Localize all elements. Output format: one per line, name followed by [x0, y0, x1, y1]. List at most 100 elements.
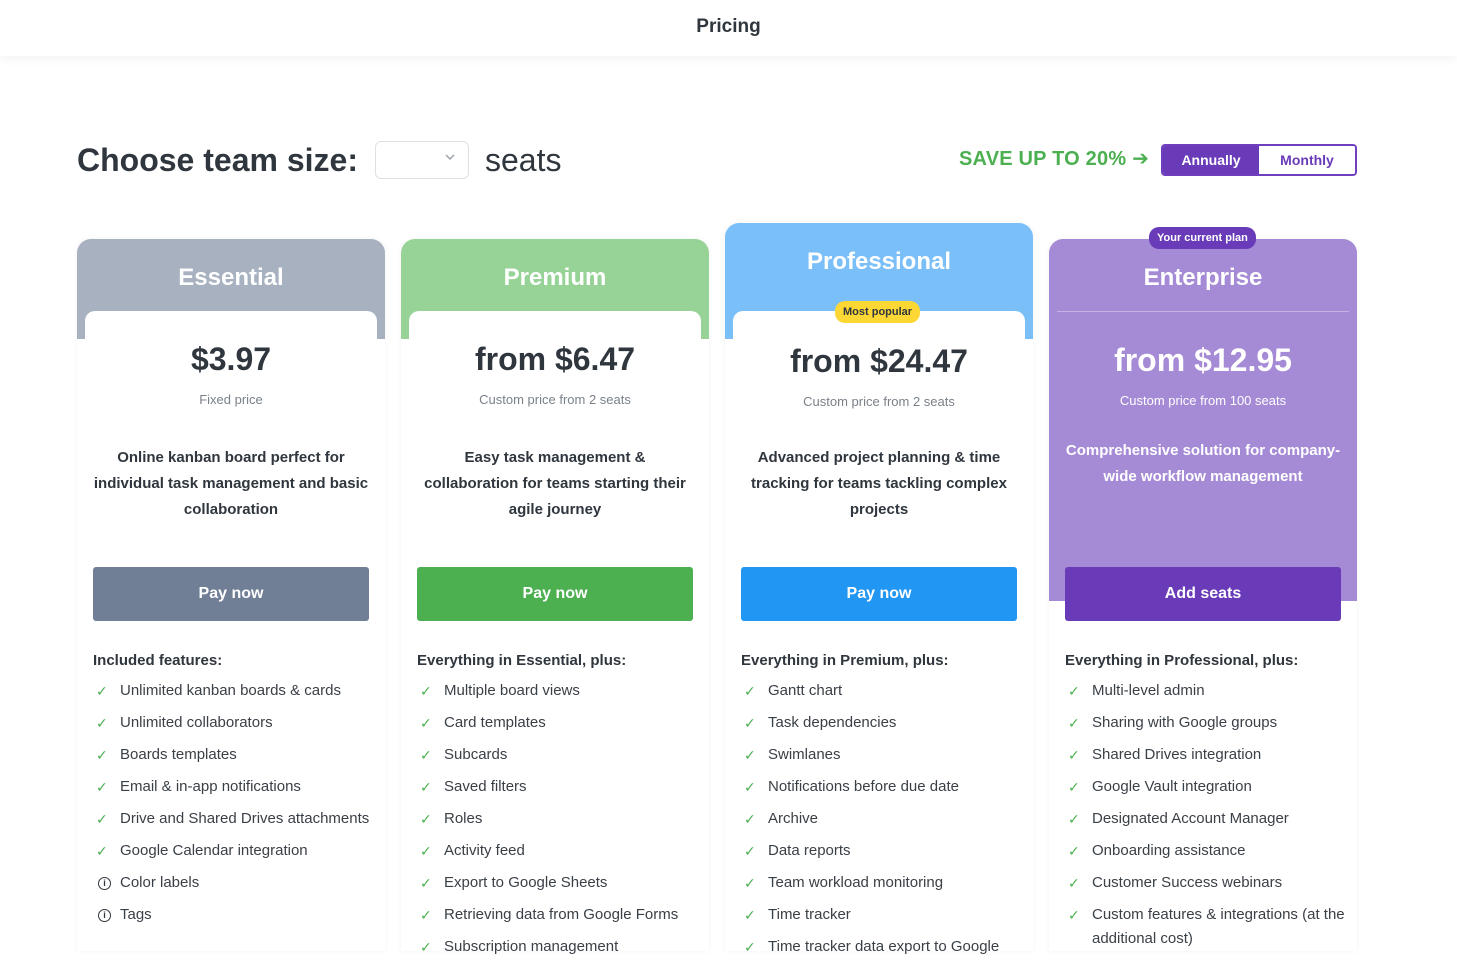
feature-item: ✓ Sharing with Google groups [1065, 711, 1345, 735]
billing-period-toggle[interactable]: Annually Monthly [1161, 144, 1357, 176]
check-icon: ✓ [420, 907, 432, 923]
feature-item: ✓ Unlimited collaborators [93, 711, 373, 735]
check-icon: ✓ [1068, 715, 1080, 731]
check-icon: ✓ [1068, 843, 1080, 859]
feature-item: ✓ Roles [417, 807, 697, 831]
feature-item: ✓ Boards templates [93, 743, 373, 767]
save-up-to-label: SAVE UP TO 20% ➔ [959, 148, 1150, 170]
features-title: Everything in Professional, plus: [1065, 652, 1299, 669]
features-title: Everything in Essential, plus: [417, 652, 627, 669]
feature-item: ✓ Multi-level admin [1065, 679, 1345, 703]
feature-list: ✓ Unlimited kanban boards & cards ✓ Unlimi… [93, 679, 373, 935]
header-divider [1057, 311, 1349, 312]
plan-price-note: Custom price from 100 seats [1119, 393, 1287, 408]
feature-item: ✓ Export to Google Sheets [417, 871, 697, 895]
seat-count-select[interactable] [374, 141, 469, 179]
check-icon: ✓ [1068, 811, 1080, 827]
feature-item: ✓ Gantt chart [741, 679, 1021, 703]
info-icon[interactable]: i [98, 909, 111, 922]
plan-card-premium: Premium from $6.47 Custom price from 2 s… [401, 239, 709, 955]
feature-item: ✓ Time tracker [741, 903, 1021, 927]
plan-header: Enterprise [1049, 239, 1357, 601]
features-title: Everything in Premium, plus: [741, 652, 949, 669]
check-icon: ✓ [96, 843, 108, 859]
plan-name: Premium [503, 264, 607, 291]
feature-item: ✓ Google Calendar integration [93, 839, 373, 863]
check-icon: ✓ [420, 715, 432, 731]
check-icon: ✓ [420, 747, 432, 763]
most-popular-badge: Most popular [835, 301, 921, 323]
plan-price: from $12.95 [1114, 342, 1292, 378]
plan-price-note: Custom price from 2 seats [803, 394, 955, 409]
pay-now-button[interactable]: Pay now [741, 567, 1017, 621]
feature-item: ✓ Saved filters [417, 775, 697, 799]
annually-option[interactable]: Annually [1163, 146, 1259, 174]
feature-item: ✓ Subcards [417, 743, 697, 767]
check-icon: ✓ [744, 715, 756, 731]
pay-now-button[interactable]: Pay now [93, 567, 369, 621]
team-size-row: Choose team size: seats [77, 138, 561, 182]
check-icon: ✓ [96, 683, 108, 699]
feature-item: i Tags [93, 903, 373, 927]
feature-item: ✓ Custom features & integrations (at the … [1065, 903, 1345, 951]
check-icon: ✓ [1068, 875, 1080, 891]
check-icon: ✓ [96, 779, 108, 795]
plan-description: Easy task management & collaboration for… [424, 449, 686, 518]
info-icon[interactable]: i [98, 877, 111, 890]
page-title: Pricing [696, 16, 761, 37]
feature-item: ✓ Multiple board views [417, 679, 697, 703]
check-icon: ✓ [1068, 779, 1080, 795]
feature-list: ✓ Multi-level admin ✓ Sharing with Google … [1065, 679, 1345, 959]
check-icon: ✓ [96, 811, 108, 827]
plan-description: Online kanban board perfect for individu… [93, 449, 369, 518]
plan-card-enterprise: Enterprise Your current plan from $12.95… [1049, 227, 1357, 951]
check-icon: ✓ [744, 875, 756, 891]
feature-item: ✓ Notifications before due date [741, 775, 1021, 799]
check-icon: ✓ [1068, 747, 1080, 763]
current-plan-badge: Your current plan [1149, 227, 1256, 249]
feature-item: ✓ Unlimited kanban boards & cards [93, 679, 373, 703]
plan-price-note: Custom price from 2 seats [479, 392, 631, 407]
top-bar: Pricing [0, 0, 1457, 56]
feature-item: ✓ Shared Drives integration [1065, 743, 1345, 767]
pay-now-button[interactable]: Pay now [417, 567, 693, 621]
feature-item: ✓ Subscription management [417, 935, 697, 959]
feature-item: ✓ Email & in-app notifications [93, 775, 373, 799]
check-icon: ✓ [420, 779, 432, 795]
plan-name: Enterprise [1143, 264, 1263, 291]
check-icon: ✓ [420, 875, 432, 891]
check-icon: ✓ [96, 747, 108, 763]
check-icon: ✓ [420, 843, 432, 859]
feature-item: ✓ Archive [741, 807, 1021, 831]
plan-price: from $24.47 [790, 343, 968, 379]
feature-item: ✓ Onboarding assistance [1065, 839, 1345, 863]
feature-item: i Color labels [93, 871, 373, 895]
plan-name: Professional [806, 248, 952, 275]
add-seats-button[interactable]: Add seats [1065, 567, 1341, 621]
check-icon: ✓ [1068, 907, 1080, 923]
check-icon: ✓ [420, 939, 432, 955]
feature-item: ✓ Designated Account Manager [1065, 807, 1345, 831]
seats-label: seats [484, 141, 562, 178]
feature-item: ✓ Swimlanes [741, 743, 1021, 767]
chevron-down-icon [444, 150, 456, 167]
feature-item: ✓ Data reports [741, 839, 1021, 863]
feature-item: ✓ Activity feed [417, 839, 697, 863]
team-size-label: Choose team size: [77, 141, 358, 178]
monthly-option[interactable]: Monthly [1259, 146, 1355, 174]
plan-name: Essential [178, 264, 284, 291]
feature-list: ✓ Multiple board views ✓ Card templates ✓ S… [417, 679, 697, 967]
plan-description: Comprehensive solution for company-wide … [1065, 442, 1341, 485]
feature-item: ✓ Card templates [417, 711, 697, 735]
plan-card-professional: Professional Most popular from $24.47 Cu… [725, 223, 1033, 955]
check-icon: ✓ [744, 843, 756, 859]
feature-item: ✓ Drive and Shared Drives attachments [93, 807, 373, 831]
check-icon: ✓ [96, 715, 108, 731]
feature-item: ✓ Team workload monitoring [741, 871, 1021, 895]
check-icon: ✓ [420, 683, 432, 699]
features-title: Included features: [93, 652, 223, 669]
plan-description: Advanced project planning & time trackin… [751, 449, 1007, 518]
plan-price-note: Fixed price [199, 392, 263, 407]
plan-card-essential: Essential $3.97 Fixed price Online kanba… [77, 239, 385, 951]
check-icon: ✓ [420, 811, 432, 827]
